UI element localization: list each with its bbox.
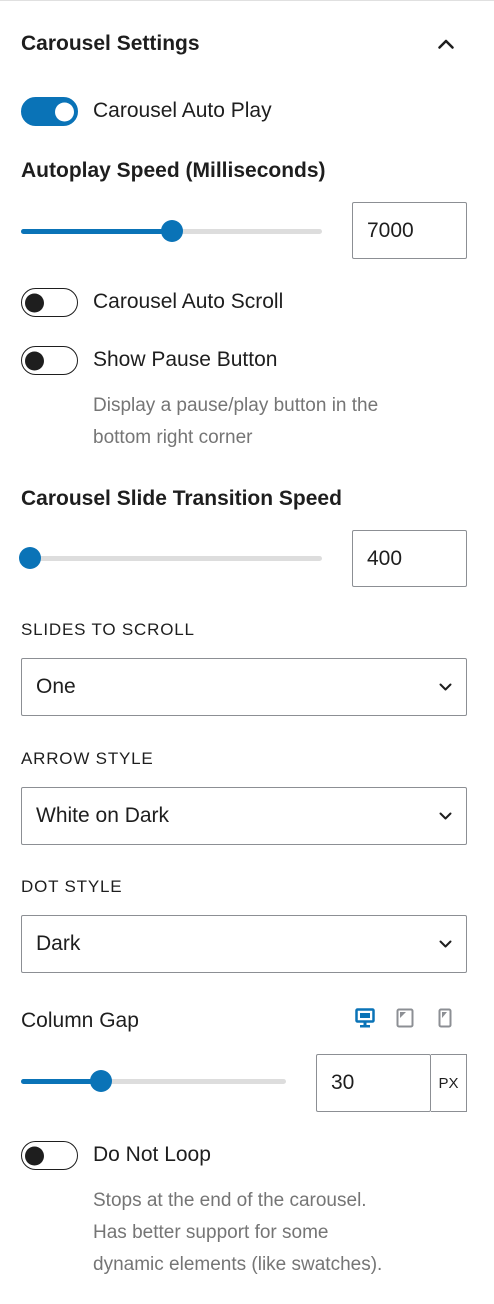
- slider-thumb[interactable]: [90, 1070, 112, 1092]
- help-line: Stops at the end of the carousel.: [93, 1190, 367, 1211]
- chevron-down-icon: [438, 939, 452, 949]
- slider-thumb[interactable]: [19, 547, 41, 569]
- auto-scroll-label: Carousel Auto Scroll: [93, 290, 284, 313]
- auto-play-label: Carousel Auto Play: [93, 99, 272, 122]
- arrow-style-select[interactable]: White on Dark: [21, 787, 467, 845]
- chevron-down-icon: [438, 682, 452, 692]
- select-value: White on Dark: [36, 804, 170, 827]
- slides-to-scroll-select[interactable]: One: [21, 658, 467, 716]
- dot-style-select[interactable]: Dark: [21, 915, 467, 973]
- panel-top-divider: [0, 0, 494, 1]
- toggle-knob: [55, 102, 74, 121]
- chevron-up-icon: [438, 39, 454, 49]
- transition-speed-label: Carousel Slide Transition Speed: [21, 487, 342, 510]
- auto-play-toggle[interactable]: [21, 97, 78, 126]
- tablet-icon: [396, 1008, 414, 1028]
- help-line: dynamic elements (like swatches).: [93, 1254, 383, 1275]
- toggle-knob: [25, 351, 44, 370]
- slider-track: [21, 556, 322, 561]
- select-value: One: [36, 675, 76, 698]
- toggle-knob: [25, 293, 44, 312]
- desktop-icon: [355, 1008, 375, 1028]
- column-gap-label: Column Gap: [21, 1009, 139, 1032]
- mobile-device-button[interactable]: [434, 1006, 456, 1030]
- slides-to-scroll-label: SLIDES TO SCROLL: [21, 620, 195, 639]
- help-line: Display a pause/play button in the: [93, 395, 379, 416]
- transition-speed-slider[interactable]: [19, 546, 322, 570]
- pause-button-label: Show Pause Button: [93, 348, 278, 371]
- panel-title: Carousel Settings: [21, 32, 200, 55]
- column-gap-input[interactable]: 30: [316, 1054, 431, 1112]
- select-value: Dark: [36, 932, 81, 955]
- slider-thumb[interactable]: [161, 220, 183, 242]
- do-not-loop-label: Do Not Loop: [93, 1143, 211, 1166]
- auto-scroll-toggle[interactable]: [21, 288, 78, 317]
- arrow-style-label: ARROW STYLE: [21, 749, 154, 768]
- do-not-loop-help: Stops at the end of the carousel. Has be…: [93, 1185, 382, 1281]
- desktop-device-button[interactable]: [354, 1006, 376, 1030]
- chevron-down-icon: [438, 811, 452, 821]
- transition-speed-input[interactable]: 400: [352, 530, 467, 587]
- tablet-device-button[interactable]: [394, 1006, 416, 1030]
- autoplay-speed-input[interactable]: 7000: [352, 202, 467, 259]
- slider-fill: [21, 1079, 101, 1084]
- autoplay-speed-label: Autoplay Speed (Milliseconds): [21, 159, 326, 182]
- dot-style-label: DOT STYLE: [21, 877, 123, 896]
- help-line: Has better support for some: [93, 1222, 329, 1243]
- toggle-knob: [25, 1146, 44, 1165]
- pause-button-help: Display a pause/play button in the botto…: [93, 390, 378, 454]
- column-gap-slider[interactable]: [21, 1069, 286, 1093]
- mobile-icon: [438, 1008, 452, 1028]
- column-gap-unit[interactable]: PX: [431, 1054, 467, 1112]
- slider-fill: [21, 229, 172, 234]
- autoplay-speed-slider[interactable]: [21, 219, 322, 243]
- collapse-button[interactable]: [432, 30, 460, 58]
- help-line: bottom right corner: [93, 427, 253, 448]
- do-not-loop-toggle[interactable]: [21, 1141, 78, 1170]
- pause-button-toggle[interactable]: [21, 346, 78, 375]
